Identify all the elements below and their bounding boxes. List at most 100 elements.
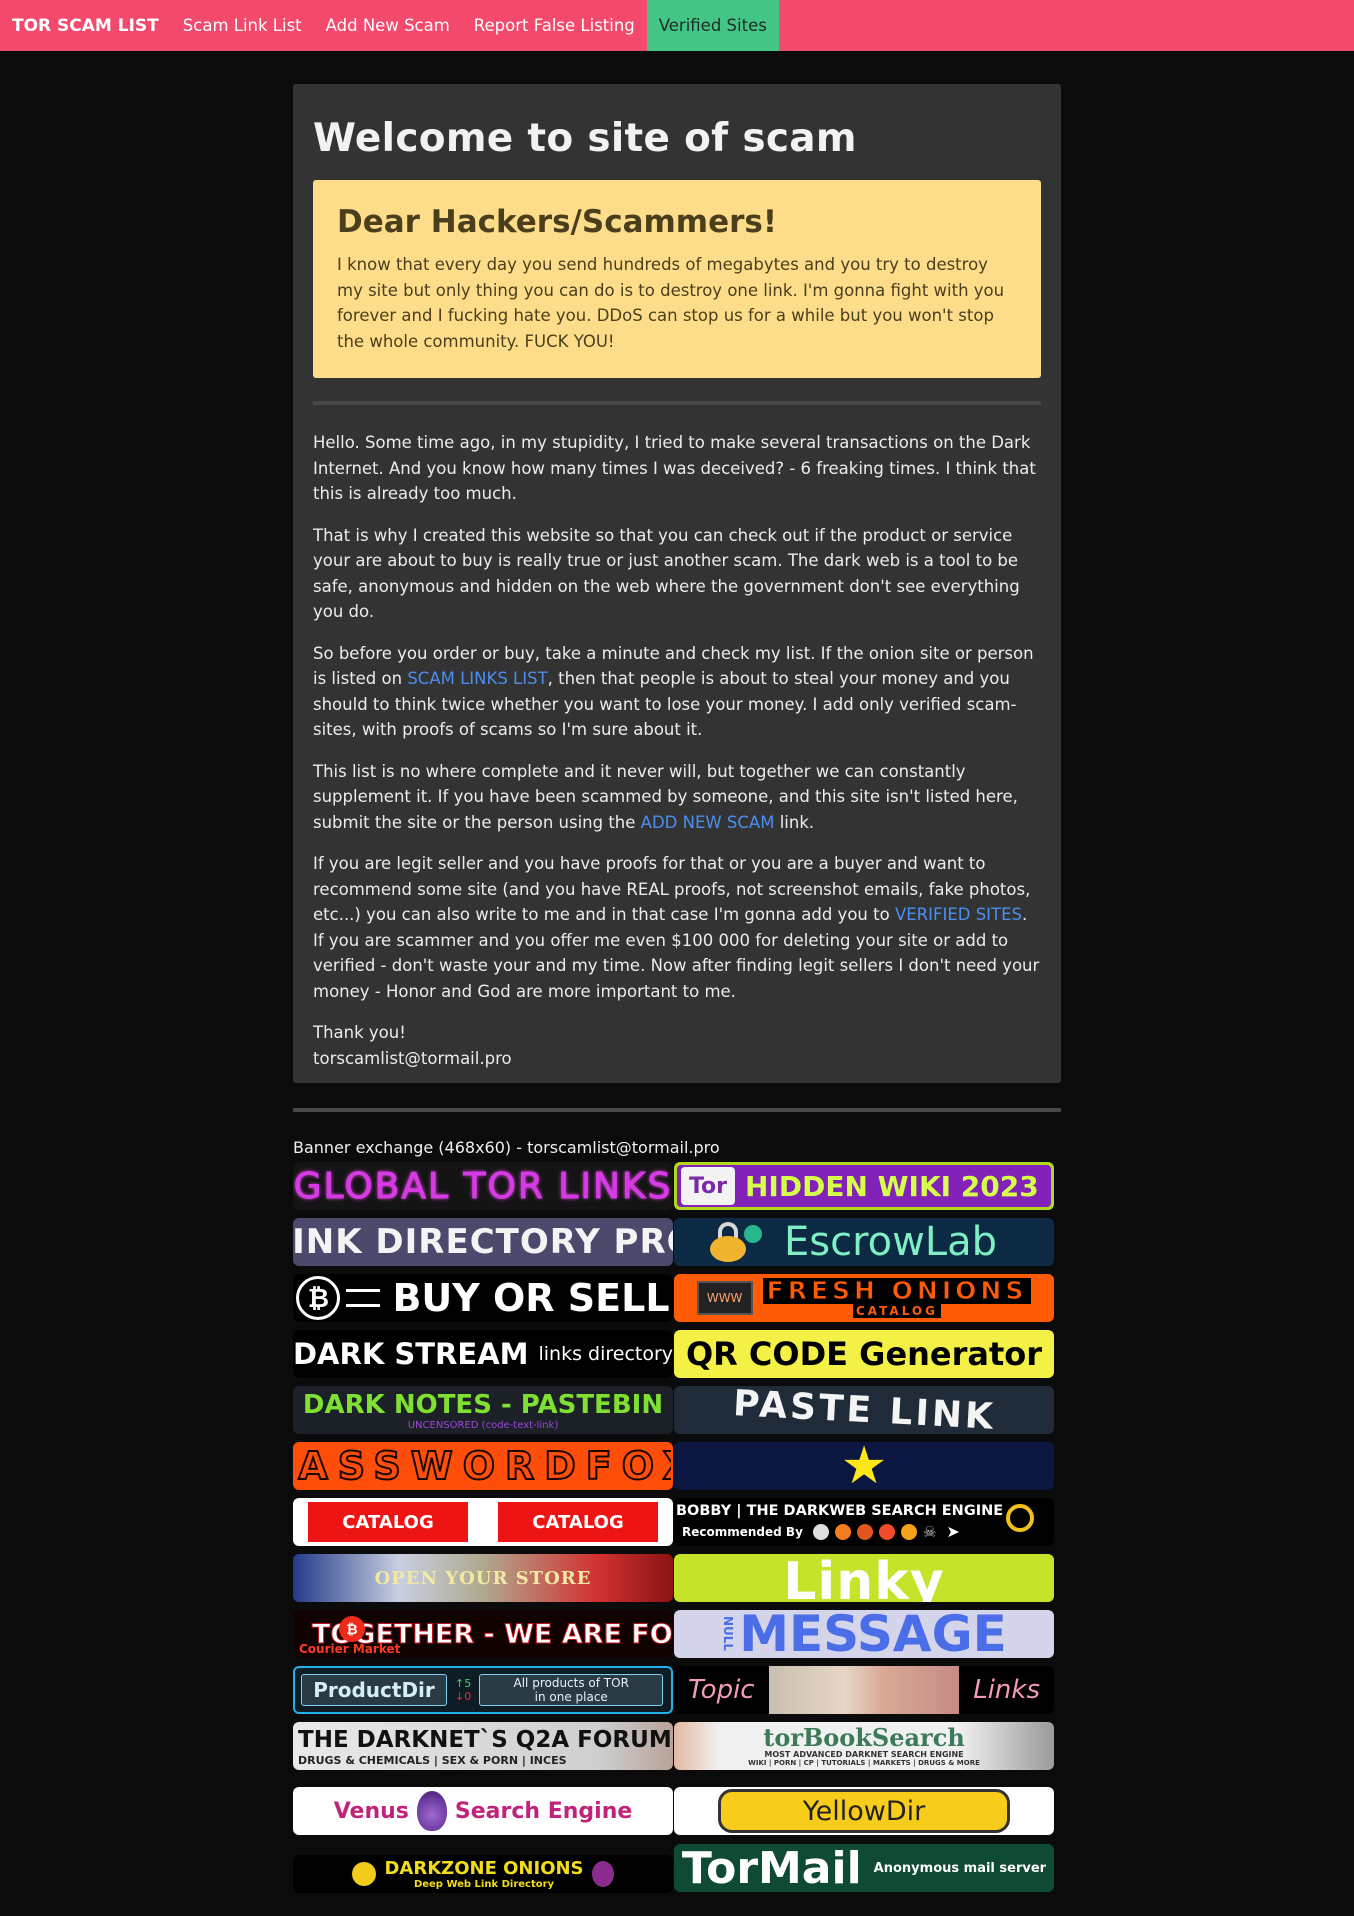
banner-text: OPEN YOUR STORE xyxy=(374,1567,592,1589)
search-icon xyxy=(1006,1504,1034,1532)
circuit-lines-icon xyxy=(346,1289,381,1307)
bitcoin-icon: ₿ xyxy=(296,1276,341,1320)
banner-courier-market[interactable]: ₿ Courier Market TOGETHER - WE ARE FORCE… xyxy=(293,1610,673,1658)
banner-bobby-search-engine[interactable]: BOBBY | THE DARKWEB SEARCH ENGINE Recomm… xyxy=(674,1498,1054,1546)
banner-subtext: Anonymous mail server xyxy=(873,1860,1047,1876)
paragraph-purpose: That is why I created this website so th… xyxy=(313,525,1020,622)
nav-scam-link-list[interactable]: Scam Link List xyxy=(171,0,314,51)
bitcoin-icon: ₿ xyxy=(339,1616,365,1642)
tor-logo: Tor xyxy=(681,1167,735,1205)
banner-text: TorMail xyxy=(681,1844,862,1892)
banner-global-tor-links[interactable]: GLOBAL TOR LINKS xyxy=(293,1162,673,1210)
banner-text: GLOBAL TOR LINKS xyxy=(293,1165,673,1207)
nav-verified-sites[interactable]: Verified Sites xyxy=(646,0,779,51)
banner-subtext: CATALOG xyxy=(853,1304,941,1318)
banner-qr-code-generator[interactable]: QR CODE Generator xyxy=(674,1330,1054,1378)
alert-text: I know that every day you send hundreds … xyxy=(337,255,1005,351)
banner-text: DARK STREAM xyxy=(293,1337,529,1371)
add-new-scam-link[interactable]: ADD NEW SCAM xyxy=(641,813,775,832)
banner-text: Linky xyxy=(783,1554,945,1602)
divider xyxy=(293,1108,1061,1112)
scam-links-list-link[interactable]: SCAM LINKS LIST xyxy=(407,669,547,688)
banner-buy-or-sell[interactable]: ₿ BUY OR SELL xyxy=(293,1274,673,1322)
banner-text: Venus xyxy=(333,1798,409,1824)
banner-text: PASSWORDFOX xyxy=(295,1444,671,1488)
banner-topic-links[interactable]: Topic Links xyxy=(674,1666,1054,1714)
bitcoin-icon xyxy=(900,1523,917,1540)
brand-link[interactable]: TOR SCAM LIST xyxy=(0,0,171,51)
banner-text: ProductDir xyxy=(301,1674,447,1706)
banner-text: CATALOG xyxy=(498,1502,658,1542)
banner-hidden-wiki[interactable]: Tor HIDDEN WIKI 2023 xyxy=(674,1162,1054,1210)
cursor-icon: ➤ xyxy=(946,1522,960,1541)
banner-subtext: MOST ADVANCED DARKNET SEARCH ENGINE xyxy=(764,1749,964,1759)
onion-icon xyxy=(416,1791,447,1831)
banner-linky[interactable]: Linky xyxy=(674,1554,1054,1602)
banner-passwordfox[interactable]: PASSWORDFOX xyxy=(293,1442,673,1490)
paragraph-intro: Hello. Some time ago, in my stupidity, I… xyxy=(313,433,1036,503)
divider xyxy=(313,401,1041,405)
banner-text: PASTE LINK xyxy=(731,1386,997,1434)
banner-torbooksearch[interactable]: torBookSearch MOST ADVANCED DARKNET SEAR… xyxy=(674,1722,1054,1770)
banner-subtext: Deep Web Link Directory xyxy=(413,1878,555,1890)
intro-content: Hello. Some time ago, in my stupidity, I… xyxy=(313,430,1041,1087)
banner-text: CATALOG xyxy=(308,1502,468,1542)
brave-lion-icon xyxy=(878,1523,895,1540)
banner-text-group: FRESH ONIONS CATALOG xyxy=(762,1277,1032,1318)
banner-subtext: UNCENSORED (code-text-link) xyxy=(407,1419,559,1431)
nav-report-false-listing[interactable]: Report False Listing xyxy=(462,0,647,51)
browser-icon: WWW xyxy=(696,1281,753,1315)
banner-star[interactable]: ★ xyxy=(674,1442,1054,1490)
paragraph-signoff: Thank you! torscamlist@tormail.pro xyxy=(313,1020,1041,1071)
banner-yellowdir[interactable]: YellowDir xyxy=(674,1787,1054,1835)
coin-icon xyxy=(744,1225,762,1243)
banner-catalog[interactable]: CATALOG CATALOG xyxy=(293,1498,673,1546)
banner-link-directory-pro[interactable]: LINK DIRECTORY PRO xyxy=(293,1218,673,1266)
paragraph-check-list: So before you order or buy, take a minut… xyxy=(313,641,1041,743)
star-icon: ★ xyxy=(840,1442,888,1490)
banner-escrowlab[interactable]: EscrowLab xyxy=(674,1218,1054,1266)
banner-text: LINK DIRECTORY PRO xyxy=(293,1222,673,1262)
navbar: TOR SCAM LIST Scam Link List Add New Sca… xyxy=(0,0,1354,51)
upvote-value: 5 xyxy=(464,1677,472,1690)
downvote-count: ↓0 xyxy=(455,1690,472,1703)
banner-text: Search Engine xyxy=(454,1798,633,1824)
verified-sites-link[interactable]: VERIFIED SITES xyxy=(895,905,1022,924)
banner-text: Links xyxy=(973,1675,1040,1705)
banner-text: DARK NOTES - PASTEBIN xyxy=(302,1389,664,1420)
recommended-row: Recommended By ☠ ➤ xyxy=(676,1522,1003,1541)
banner-fresh-onions[interactable]: WWW FRESH ONIONS CATALOG xyxy=(674,1274,1054,1322)
banner-text: DARKZONE ONIONS xyxy=(384,1857,584,1879)
banner-subtext: WIKI | PORN | CP | TUTORIALS | MARKETS |… xyxy=(748,1758,980,1767)
banner-darknet-q2a-forum[interactable]: THE DARKNET`S Q2A FORUM DRUGS & CHEMICAL… xyxy=(293,1722,673,1770)
banner-null-message[interactable]: NULL MESSAGE xyxy=(674,1610,1054,1658)
banner-productdir[interactable]: ProductDir ↑5 ↓0 All products of TOR in … xyxy=(293,1666,673,1714)
onion-icon xyxy=(591,1861,614,1887)
banner-text: QR CODE Generator xyxy=(685,1335,1043,1373)
banner-open-your-store[interactable]: OPEN YOUR STORE xyxy=(293,1554,673,1602)
banner-subtext: Recommended By xyxy=(682,1524,803,1539)
banner-tormail[interactable]: TorMail Anonymous mail server xyxy=(674,1844,1054,1892)
banner-subtext: All products of TOR xyxy=(513,1676,629,1690)
banner-paste-link[interactable]: PASTE LINK xyxy=(674,1386,1054,1434)
banner-text-group: DARKZONE ONIONS Deep Web Link Directory xyxy=(384,1857,584,1890)
banner-venus-search-engine[interactable]: Venus Search Engine xyxy=(293,1787,673,1835)
banner-text-group: BOBBY | THE DARKWEB SEARCH ENGINE Recomm… xyxy=(676,1503,1003,1541)
downvote-value: 0 xyxy=(464,1690,472,1703)
banner-dark-stream[interactable]: DARK STREAM links directory xyxy=(293,1330,673,1378)
banner-text: EscrowLab xyxy=(784,1219,998,1265)
paragraph-submit: This list is no where complete and it ne… xyxy=(313,759,1041,836)
upvote-count: ↑5 xyxy=(455,1677,472,1690)
banner-text: BUY OR SELL xyxy=(392,1276,670,1320)
banner-text: HIDDEN WIKI 2023 xyxy=(745,1169,1039,1203)
banner-dark-notes-pastebin[interactable]: DARK NOTES - PASTEBIN UNCENSORED (code-t… xyxy=(293,1386,673,1434)
banner-text: torBookSearch xyxy=(763,1722,965,1752)
onion-icon xyxy=(812,1523,829,1540)
banner-darkzone-onions[interactable]: DARKZONE ONIONS Deep Web Link Directory xyxy=(293,1855,673,1893)
alert-heading: Dear Hackers/Scammers! xyxy=(337,204,777,240)
photo-strip xyxy=(768,1666,959,1714)
banner-text: YellowDir xyxy=(718,1789,1010,1833)
nav-add-new-scam[interactable]: Add New Scam xyxy=(314,0,462,51)
banner-subtext: DRUGS & CHEMICALS | SEX & PORN | INCES xyxy=(298,1753,567,1767)
banner-text: MESSAGE xyxy=(739,1610,1007,1658)
